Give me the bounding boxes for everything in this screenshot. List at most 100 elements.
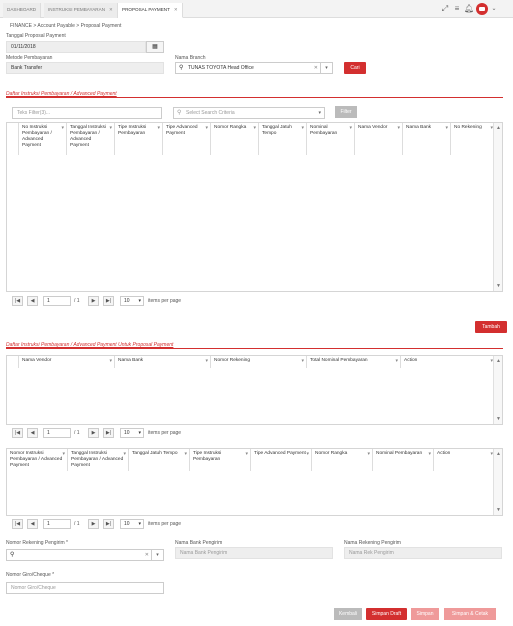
- scroll-down-icon[interactable]: ▼: [496, 283, 501, 289]
- scrollbar[interactable]: ▲ ▼: [493, 356, 502, 424]
- col-header-label: Nama Vendor: [358, 125, 388, 130]
- next-page-icon[interactable]: ▶: [88, 519, 99, 529]
- tambah-button[interactable]: Tambah: [475, 321, 507, 333]
- menu-icon[interactable]: ≡: [452, 4, 462, 14]
- clear-icon[interactable]: ✕: [314, 63, 318, 74]
- col-header[interactable]: Tanggal Jatuh Tempo ▾: [259, 123, 307, 155]
- chevron-down-icon: ▾: [61, 125, 64, 131]
- criteria-placeholder: Select Search Criteria: [186, 110, 235, 116]
- scroll-down-icon[interactable]: ▼: [496, 416, 501, 422]
- prev-page-icon[interactable]: ◀: [27, 519, 38, 529]
- scrollbar[interactable]: ▲ ▼: [493, 123, 502, 291]
- giro-input[interactable]: Nomor Giro/Cheque: [6, 582, 164, 594]
- items-per-page-label: items per page: [148, 298, 182, 304]
- col-header[interactable]: Total Nominal Pembayaran ▾: [307, 356, 401, 368]
- col-header-label: Nomor Rekening: [214, 358, 250, 363]
- clear-icon[interactable]: ✕: [145, 550, 149, 561]
- simpan-draft-button[interactable]: Simpan Draft: [366, 608, 407, 620]
- items-per-page-label: items per page: [148, 430, 182, 436]
- chevron-down-icon[interactable]: ⌄: [489, 4, 499, 14]
- col-header[interactable]: Action ▾: [434, 449, 495, 471]
- prev-page-icon[interactable]: ◀: [27, 428, 38, 438]
- close-icon[interactable]: ✕: [174, 7, 178, 12]
- scroll-up-icon[interactable]: ▲: [496, 358, 501, 364]
- col-header[interactable]: No Rekening ▾: [451, 123, 495, 155]
- metode-label: Metode Pembayaran: [6, 55, 53, 61]
- avatar[interactable]: [476, 3, 488, 15]
- bell-icon[interactable]: 🔔︎: [464, 4, 474, 14]
- col-header[interactable]: Nomor Rangka ▾: [312, 449, 373, 471]
- col-header[interactable]: Nama Bank ▾: [115, 356, 211, 368]
- col-header[interactable]: Tipe Advanced Payment ▾: [163, 123, 211, 155]
- grid-header: No Instruksi Pembayaran / Advanced Payme…: [7, 123, 495, 155]
- col-header[interactable]: Nomor Instruksi Pembayaran / Advanced Pa…: [7, 449, 68, 471]
- grid-header: Nomor Instruksi Pembayaran / Advanced Pa…: [7, 449, 495, 471]
- col-header[interactable]: Nomor Rangka ▾: [211, 123, 259, 155]
- col-header[interactable]: Nominal Pembayaran ▾: [373, 449, 434, 471]
- scroll-up-icon[interactable]: ▲: [496, 451, 501, 457]
- chevron-down-icon[interactable]: ▾: [151, 550, 163, 560]
- scroll-down-icon[interactable]: ▼: [496, 507, 501, 513]
- breadcrumb: FINANCE > Account Payable > Proposal Pay…: [10, 23, 122, 29]
- chevron-down-icon: ▾: [138, 298, 141, 304]
- col-header[interactable]: Action ▾: [401, 356, 495, 368]
- tab-dashboard[interactable]: DASHBOARD: [3, 3, 42, 18]
- page-input[interactable]: 1: [43, 296, 71, 306]
- first-page-icon[interactable]: |◀: [12, 296, 23, 306]
- next-page-icon[interactable]: ▶: [88, 296, 99, 306]
- col-header-label: Nomor Instruksi Pembayaran / Advanced Pa…: [10, 451, 63, 468]
- close-icon[interactable]: ✕: [109, 7, 113, 12]
- col-header[interactable]: Tanggal Instruksi Pembayaran / Advanced …: [68, 449, 129, 471]
- proposal-summary-grid: Nama Vendor ▾ Nama Bank ▾ Nomor Rekening ▾ …: [6, 355, 503, 425]
- tab-instruksi-pembayaran[interactable]: INSTRUKSI PEMBAYARAN ✕: [44, 3, 118, 18]
- col-header[interactable]: Nama Vendor ▾: [355, 123, 403, 155]
- pager: |◀ ◀ 1 / 1 ▶ ▶| 10 ▾ items per page: [12, 519, 212, 530]
- col-header[interactable]: Tanggal Instruksi Pembayaran / Advanced …: [67, 123, 115, 155]
- tab-proposal-payment[interactable]: PROPOSAL PAYMENT ✕: [118, 3, 183, 18]
- last-page-icon[interactable]: ▶|: [103, 519, 114, 529]
- first-page-icon[interactable]: |◀: [12, 428, 23, 438]
- col-header[interactable]: Nomor Rekening ▾: [211, 356, 307, 368]
- prev-page-icon[interactable]: ◀: [27, 296, 38, 306]
- page-size-select[interactable]: 10 ▾: [120, 519, 144, 529]
- col-header[interactable]: Nama Vendor ▾: [19, 356, 115, 368]
- last-page-icon[interactable]: ▶|: [103, 428, 114, 438]
- criteria-select[interactable]: ⚲ Select Search Criteria ▾: [173, 107, 325, 119]
- branch-value: TUNAS TOYOTA Head Office: [188, 65, 254, 71]
- tanggal-field[interactable]: 01/11/2018: [6, 41, 146, 53]
- filter-button[interactable]: Filter: [335, 106, 357, 118]
- rekening-pengirim-select[interactable]: ⚲ ✕ ▾: [6, 549, 164, 561]
- cari-button[interactable]: Cari: [344, 62, 366, 74]
- col-header[interactable]: Nama Bank ▾: [403, 123, 451, 155]
- chevron-down-icon: ▾: [138, 430, 141, 436]
- first-page-icon[interactable]: |◀: [12, 519, 23, 529]
- simpan-button[interactable]: Simpan: [411, 608, 439, 620]
- last-page-icon[interactable]: ▶|: [103, 296, 114, 306]
- simpan-cetak-button[interactable]: Simpan & Cetak: [444, 608, 496, 620]
- col-header[interactable]: Tanggal Jatuh Tempo ▾: [129, 449, 190, 471]
- col-header-label: Action: [404, 358, 418, 363]
- col-header-label: Tanggal Instruksi Pembayaran / Advanced …: [71, 451, 124, 468]
- kembali-button[interactable]: Kembali: [334, 608, 362, 620]
- expand-icon[interactable]: ⤢: [440, 4, 450, 14]
- scrollbar[interactable]: ▲ ▼: [493, 449, 502, 515]
- col-header[interactable]: Tipe Instruksi Pembayaran ▾: [190, 449, 251, 471]
- filter-input[interactable]: Teks Filter(3)...: [12, 107, 162, 119]
- col-header-label: Tipe Instruksi Pembayaran: [193, 451, 222, 462]
- col-header[interactable]: Tipe Instruksi Pembayaran ▾: [115, 123, 163, 155]
- instruksi-grid: No Instruksi Pembayaran / Advanced Payme…: [6, 122, 503, 292]
- next-page-icon[interactable]: ▶: [88, 428, 99, 438]
- page-size-select[interactable]: 10 ▾: [120, 428, 144, 438]
- scroll-up-icon[interactable]: ▲: [496, 125, 501, 131]
- col-header[interactable]: Tipe Advanced Payment ▾: [251, 449, 312, 471]
- page-input[interactable]: 1: [43, 428, 71, 438]
- page-size-select[interactable]: 10 ▾: [120, 296, 144, 306]
- col-header[interactable]: No Instruksi Pembayaran / Advanced Payme…: [19, 123, 67, 155]
- chevron-down-icon[interactable]: ▾: [320, 63, 332, 73]
- col-header[interactable]: Nominal Pembayaran ▾: [307, 123, 355, 155]
- page-input[interactable]: 1: [43, 519, 71, 529]
- branch-select[interactable]: ⚲ TUNAS TOYOTA Head Office ✕ ▾: [175, 62, 333, 74]
- calendar-icon[interactable]: ▦: [146, 41, 164, 53]
- tab-label: INSTRUKSI PEMBAYARAN: [48, 7, 106, 12]
- col-header-label: Nama Bank: [406, 125, 432, 130]
